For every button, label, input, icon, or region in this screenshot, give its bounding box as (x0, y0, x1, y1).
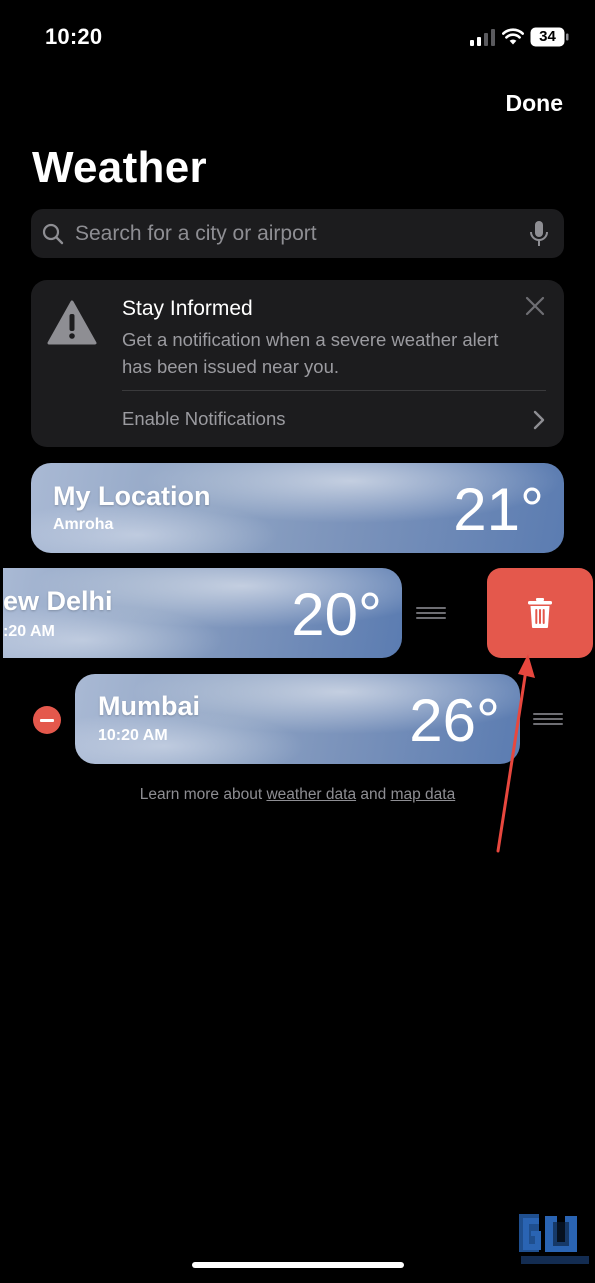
warning-icon (47, 300, 97, 345)
watermark-logo (519, 1214, 589, 1264)
footer-text: Learn more about (139, 786, 267, 803)
location-name: Mumbai (98, 691, 201, 721)
battery-level: 34 (539, 28, 556, 45)
enable-notifications-link[interactable]: Enable Notifications (122, 408, 286, 430)
battery-icon: 34 (530, 27, 570, 47)
map-data-link[interactable]: map data (391, 786, 456, 803)
location-card-my-location[interactable]: My Location Amroha 21° (31, 463, 564, 553)
minus-icon (40, 718, 54, 722)
location-subtitle: Amroha (53, 516, 114, 533)
location-subtitle: 10:20 AM (98, 727, 168, 744)
location-name: ew Delhi (3, 586, 113, 616)
done-button[interactable]: Done (506, 90, 564, 117)
location-temperature: 21° (453, 476, 544, 543)
divider (122, 390, 546, 391)
cellular-signal-icon (470, 29, 495, 46)
page-title: Weather (32, 143, 207, 192)
status-time: 10:20 (45, 24, 103, 49)
drag-handle-icon[interactable] (416, 607, 446, 619)
alert-body: Get a notification when a severe weather… (122, 329, 499, 377)
location-card-mumbai[interactable]: Mumbai 10:20 AM 26° (75, 674, 520, 764)
close-icon[interactable] (524, 295, 546, 317)
alert-title: Stay Informed (122, 297, 253, 320)
wifi-icon (502, 28, 524, 45)
location-subtitle: :20 AM (3, 623, 55, 640)
search-input[interactable] (75, 221, 528, 246)
annotation-arrow (496, 654, 535, 853)
microphone-icon[interactable] (528, 220, 550, 248)
search-icon (42, 223, 64, 244)
location-name: My Location (53, 481, 211, 511)
weather-data-link[interactable]: weather data (266, 786, 356, 803)
chevron-right-icon[interactable] (532, 409, 546, 431)
trash-icon (528, 598, 552, 628)
remove-location-button[interactable] (33, 706, 61, 734)
search-bar[interactable] (31, 209, 564, 258)
severe-weather-alert-card: Stay Informed Get a notification when a … (31, 280, 564, 447)
location-card-new-delhi[interactable]: ew Delhi :20 AM 20° (3, 568, 402, 658)
location-temperature: 26° (409, 687, 500, 754)
home-indicator[interactable] (192, 1262, 404, 1268)
footer-text: and (356, 786, 391, 803)
location-temperature: 20° (291, 581, 382, 648)
